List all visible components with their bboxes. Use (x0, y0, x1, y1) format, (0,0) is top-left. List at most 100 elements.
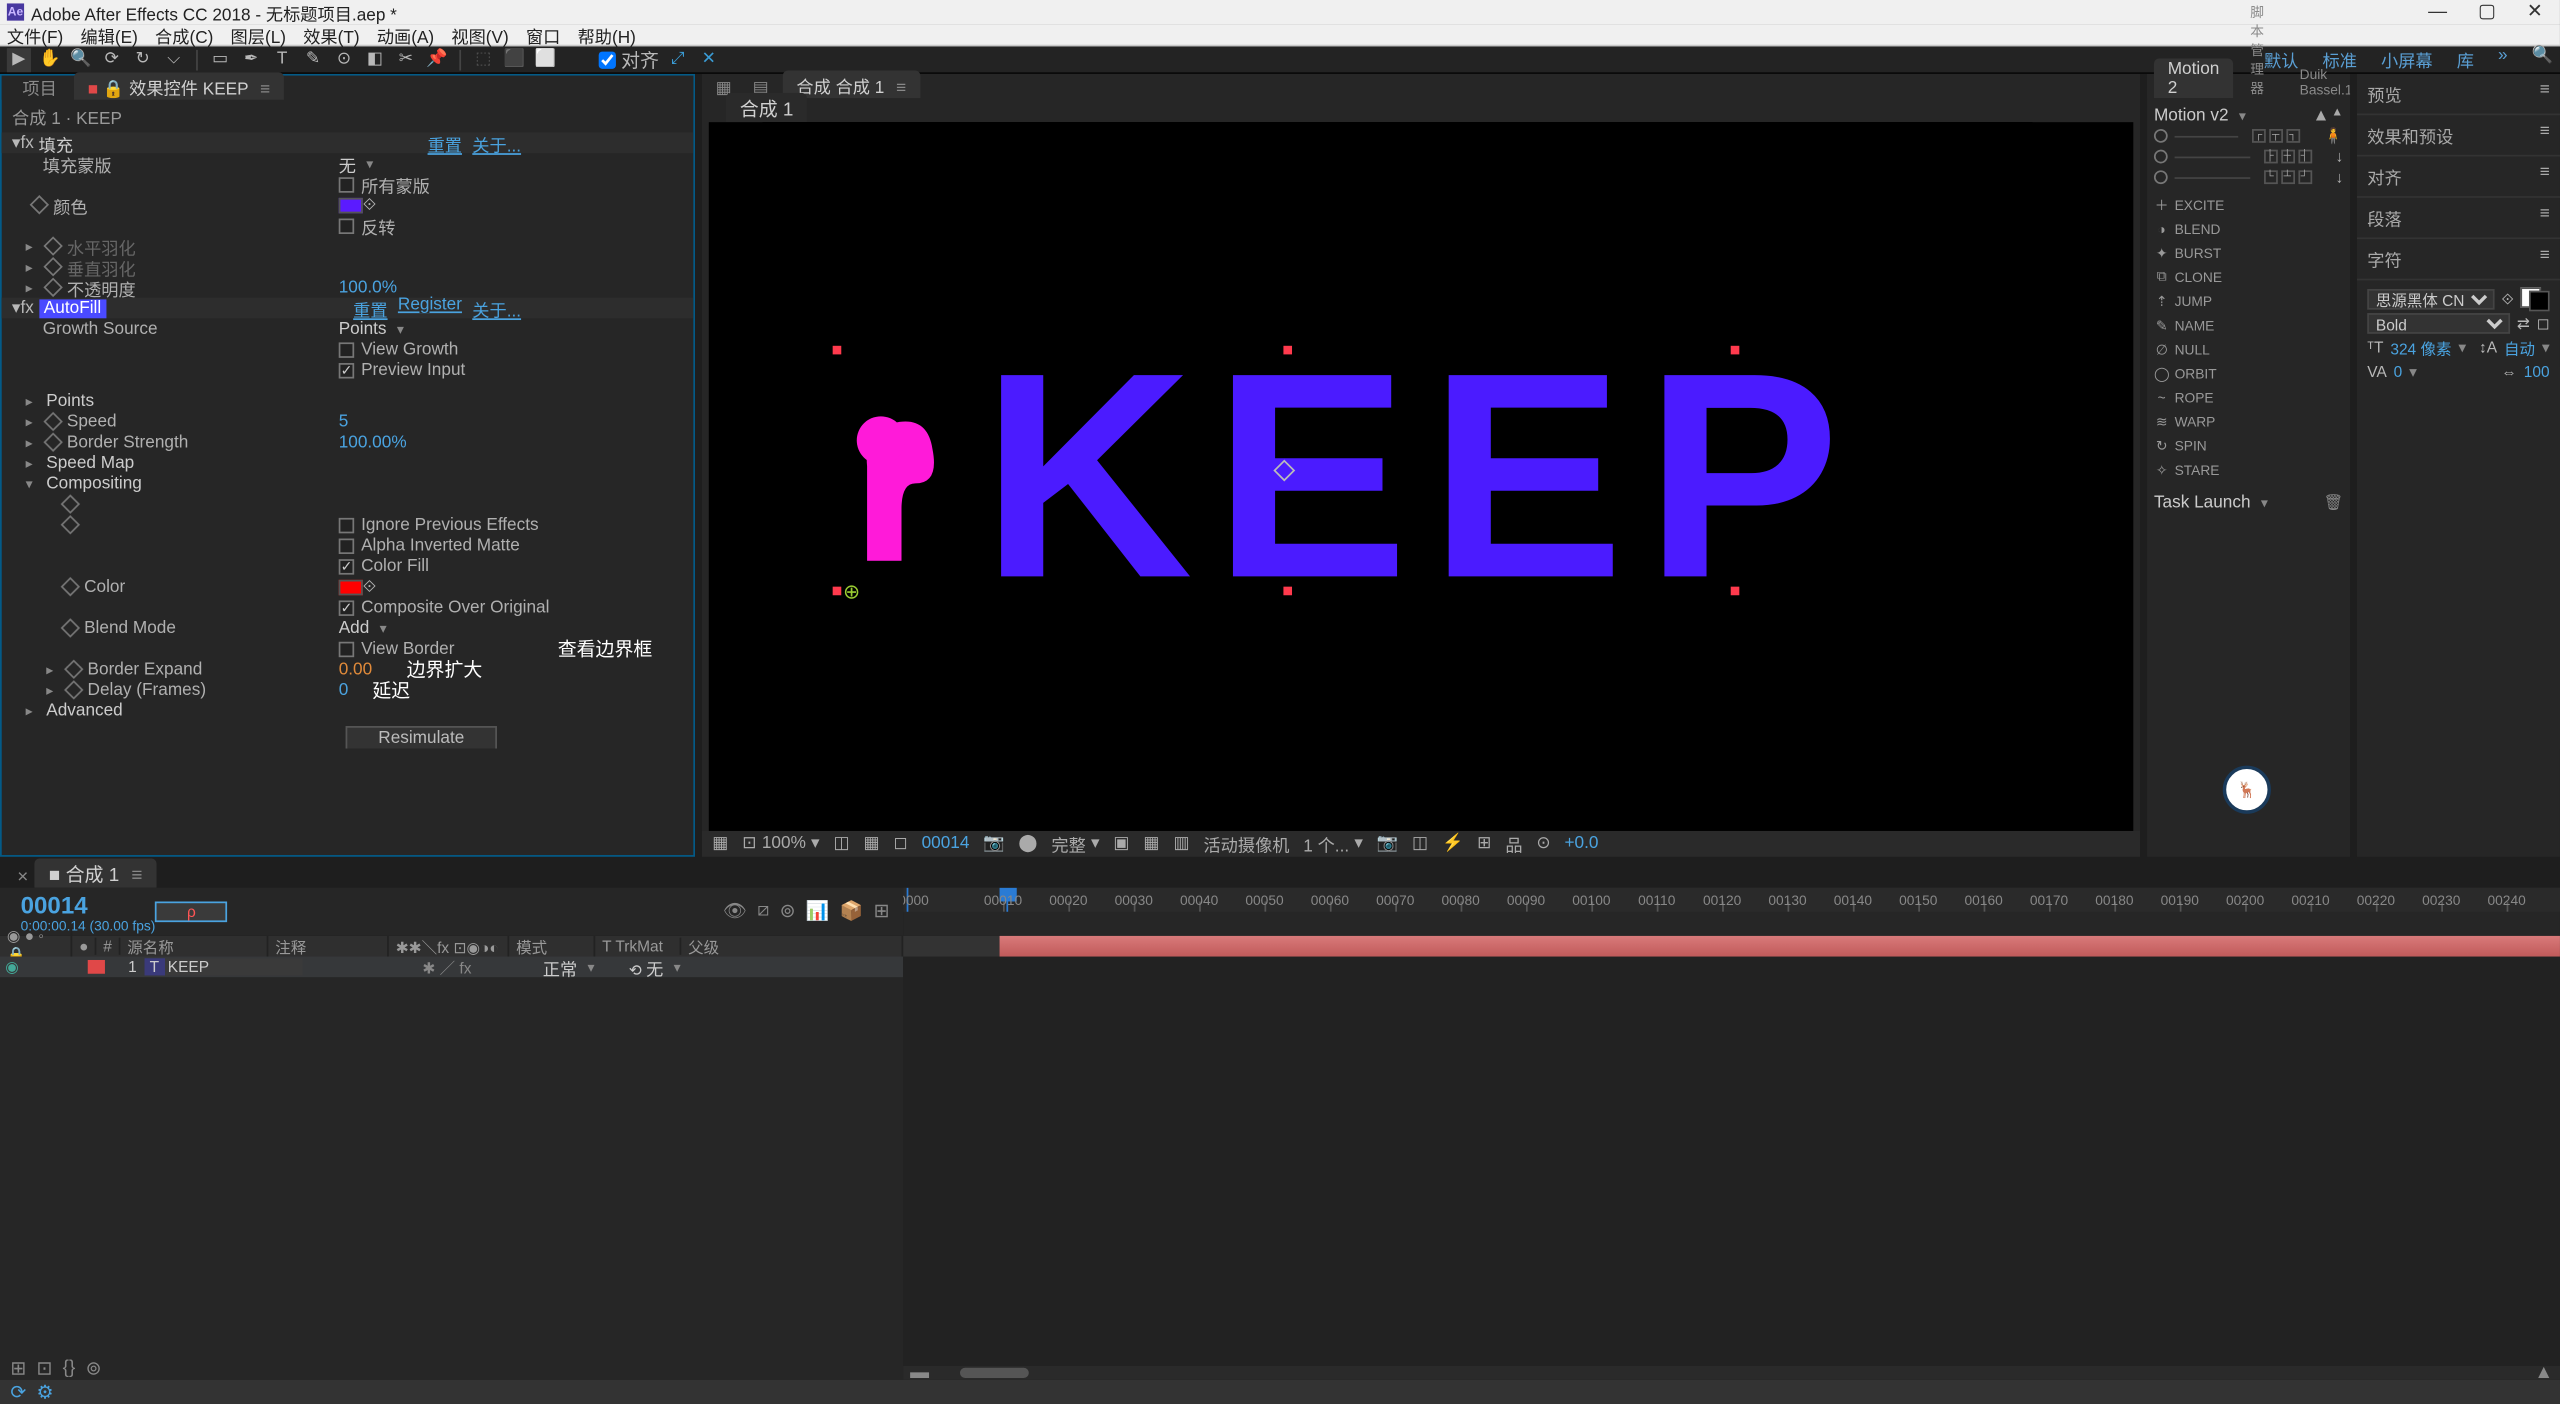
motion-warp-button[interactable]: ≋WARP (2154, 411, 2247, 432)
tab-project[interactable]: 项目 (9, 72, 71, 100)
motion-slider-radio[interactable] (2154, 170, 2168, 184)
resimulate-button[interactable]: Resimulate (346, 725, 497, 748)
motion-slider-radio[interactable] (2154, 150, 2168, 164)
swap-colors-icon[interactable]: ⇄ (2517, 314, 2530, 333)
tool-puppet[interactable]: 📌 (425, 47, 449, 71)
eyedropper-icon[interactable]: ⟐ (2501, 290, 2513, 309)
tool-hand[interactable]: ✋ (38, 47, 62, 71)
tool-eraser[interactable]: ◧ (363, 47, 387, 71)
pickwhip-icon[interactable]: ⟲ (629, 961, 642, 978)
fill-reset-link[interactable]: 重置 (428, 132, 462, 155)
timeline-icon[interactable]: ⊞ (1477, 834, 1491, 853)
status-refresh-icon[interactable]: ⟳ (10, 1381, 26, 1403)
visibility-toggle[interactable]: ◉ (0, 957, 24, 976)
stopwatch-icon[interactable] (44, 412, 63, 431)
motion-next-icon[interactable]: ↓ (2335, 169, 2343, 186)
minimize-button[interactable]: — (2428, 3, 2447, 20)
toggle-switches-icon[interactable]: ⊞ (10, 1357, 26, 1379)
transparency-grid-icon[interactable]: ▦ (863, 834, 879, 853)
section-align[interactable]: 对齐≡ (2357, 157, 2560, 198)
effect-point-icon[interactable]: ⊕ (843, 580, 860, 604)
channel-icon[interactable]: ⬤ (1018, 834, 1037, 853)
frame-blend-icon[interactable]: ⧄ (757, 900, 769, 922)
points-group-label[interactable]: Points (46, 391, 94, 410)
motion-prev-icon[interactable]: ↓ (2335, 148, 2343, 165)
no-color-icon[interactable]: ◻ (2537, 314, 2550, 333)
stopwatch-icon[interactable] (61, 494, 80, 513)
motion-blend-button[interactable]: ◑BLEND (2154, 218, 2247, 239)
lock-icon[interactable]: 🔒 (103, 81, 124, 100)
magnification-icon[interactable]: ▦ (712, 834, 728, 853)
growth-source-dropdown[interactable]: Points (339, 319, 404, 338)
anchor-mr[interactable]: ┤ (2298, 150, 2312, 164)
autofill-register-link[interactable]: Register (398, 295, 462, 321)
tab-motion2[interactable]: Motion 2 (2154, 58, 2233, 98)
tool-camera[interactable]: ⌵ (162, 47, 186, 71)
motion-name-button[interactable]: ✎NAME (2154, 315, 2247, 336)
motion-orbit-button[interactable]: ◯ORBIT (2154, 363, 2247, 384)
mask-visibility-icon[interactable]: ◻ (894, 834, 908, 853)
motion-rope-button[interactable]: ~ROPE (2154, 387, 2247, 408)
tool-localaxis[interactable]: ⬚ (471, 47, 495, 71)
anchor-ml[interactable]: ├ (2263, 150, 2277, 164)
fill-about-link[interactable]: 关于... (473, 132, 522, 155)
source-name-header[interactable]: 源名称 (120, 935, 268, 957)
tab-script-manager[interactable]: AE脚本管理器 (2237, 0, 2283, 98)
ignore-prev-checkbox[interactable] (339, 517, 354, 532)
advanced-label[interactable]: Advanced (46, 701, 123, 720)
menu-layer[interactable]: 图层(L) (231, 22, 286, 48)
leading-value[interactable]: 自动 (2504, 336, 2535, 358)
layer-duration-bar[interactable] (903, 936, 2560, 957)
fill-stroke-swatch[interactable] (2521, 287, 2550, 311)
timeline-search-input[interactable]: ρ (155, 901, 227, 922)
selection-handle[interactable] (1283, 346, 1292, 355)
brainstorm-icon[interactable]: ⊞ (874, 900, 890, 922)
menu-composition[interactable]: 合成(C) (155, 22, 213, 48)
tracking-value[interactable]: 100 (2524, 363, 2550, 380)
effect-autofill-header[interactable]: ▾fx AutoFill 重置 Register 关于... (2, 298, 694, 319)
tool-roto[interactable]: ✂ (394, 47, 418, 71)
share-view-icon[interactable]: 📷 (1377, 834, 1398, 853)
stopwatch-icon[interactable] (61, 515, 80, 534)
trash-icon[interactable]: 🗑 (2324, 493, 2344, 512)
tab-effect-controls[interactable]: ■ 🔒 效果控件 KEEP ≡ (74, 72, 284, 100)
motion-blur-icon[interactable]: ⊚ (780, 900, 796, 922)
all-masks-checkbox[interactable] (339, 176, 354, 191)
delay-value[interactable]: 0 (339, 680, 349, 699)
view-border-checkbox[interactable] (339, 641, 354, 656)
stopwatch-icon[interactable] (61, 618, 80, 637)
graph-editor-icon[interactable]: 📊 (806, 900, 830, 922)
motion-null-button[interactable]: ∅NULL (2154, 339, 2247, 360)
stopwatch-icon[interactable] (44, 278, 63, 297)
menu-effect[interactable]: 效果(T) (303, 22, 359, 48)
compositing-label[interactable]: Compositing (46, 474, 142, 493)
section-effects-presets[interactable]: 效果和预设≡ (2357, 115, 2560, 156)
timeline-track-area[interactable] (903, 936, 2560, 1366)
draft3d-icon[interactable]: 📦 (840, 900, 864, 922)
tool-pen[interactable]: ✒ (239, 47, 263, 71)
exposure-value[interactable]: +0.0 (1565, 834, 1599, 853)
workspace-small[interactable]: 小屏幕 (2381, 46, 2433, 72)
view-growth-checkbox[interactable] (339, 341, 354, 356)
font-weight-dropdown[interactable]: Bold (2367, 313, 2510, 334)
workspace-library[interactable]: 库 (2457, 46, 2474, 72)
selection-handle[interactable] (833, 587, 842, 596)
toggle-modes-icon[interactable]: ⊡ (37, 1357, 53, 1379)
motion-slider-radio[interactable] (2154, 129, 2168, 143)
anchor-bl[interactable]: └ (2263, 170, 2277, 184)
guides-icon[interactable]: ▥ (1173, 834, 1189, 853)
invert-checkbox[interactable] (339, 218, 354, 233)
eyedropper-icon[interactable]: ⟐ (363, 577, 377, 596)
motion-ease-icon[interactable]: ▲▲ (2312, 106, 2343, 125)
trkmat-header[interactable]: T TrkMat (595, 938, 681, 955)
blend-mode-dropdown[interactable]: Add (339, 618, 387, 637)
motion-preset-dropdown[interactable]: Motion v2 (2154, 106, 2306, 125)
pixel-aspect-icon[interactable]: ◫ (1412, 834, 1428, 853)
timeline-ruler[interactable]: 0000000100002000030000400005000060000700… (903, 888, 2560, 912)
close-button[interactable]: ✕ (2527, 3, 2543, 20)
snap-extend-icon[interactable]: ⤢ (666, 47, 690, 71)
anchor-br[interactable]: ┘ (2298, 170, 2312, 184)
menu-animation[interactable]: 动画(A) (377, 22, 434, 48)
snap-checkbox[interactable] (599, 51, 616, 68)
timeline-layer-row[interactable]: ◉ 1 T ✱ ／ fx 正常 ⟲ 无 (0, 957, 903, 978)
